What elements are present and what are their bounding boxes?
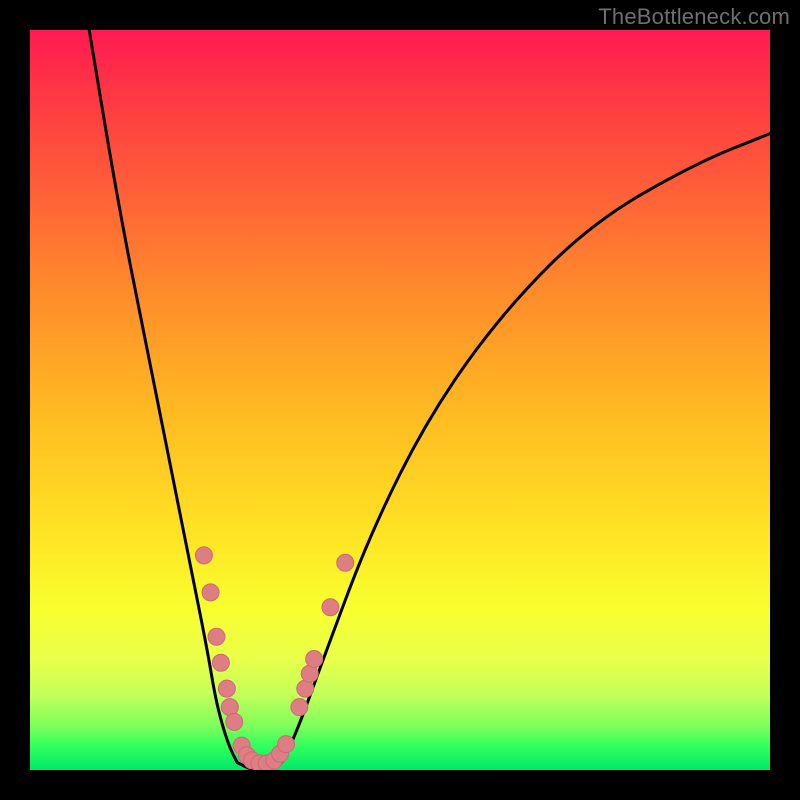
marker-dot (212, 654, 229, 671)
attribution-text: TheBottleneck.com (598, 4, 790, 30)
marker-dot (226, 713, 243, 730)
marker-dot (218, 680, 235, 697)
curve-path (89, 30, 770, 770)
marker-dot (202, 584, 219, 601)
curve-layer (30, 30, 770, 770)
marker-dot (322, 599, 339, 616)
bottleneck-curve (89, 30, 770, 770)
suggestion-markers (195, 547, 353, 770)
marker-dot (337, 554, 354, 571)
marker-dot (306, 651, 323, 668)
plot-area (30, 30, 770, 770)
marker-dot (278, 736, 295, 753)
marker-dot (291, 699, 308, 716)
chart-frame: TheBottleneck.com (0, 0, 800, 800)
marker-dot (195, 547, 212, 564)
marker-dot (208, 628, 225, 645)
